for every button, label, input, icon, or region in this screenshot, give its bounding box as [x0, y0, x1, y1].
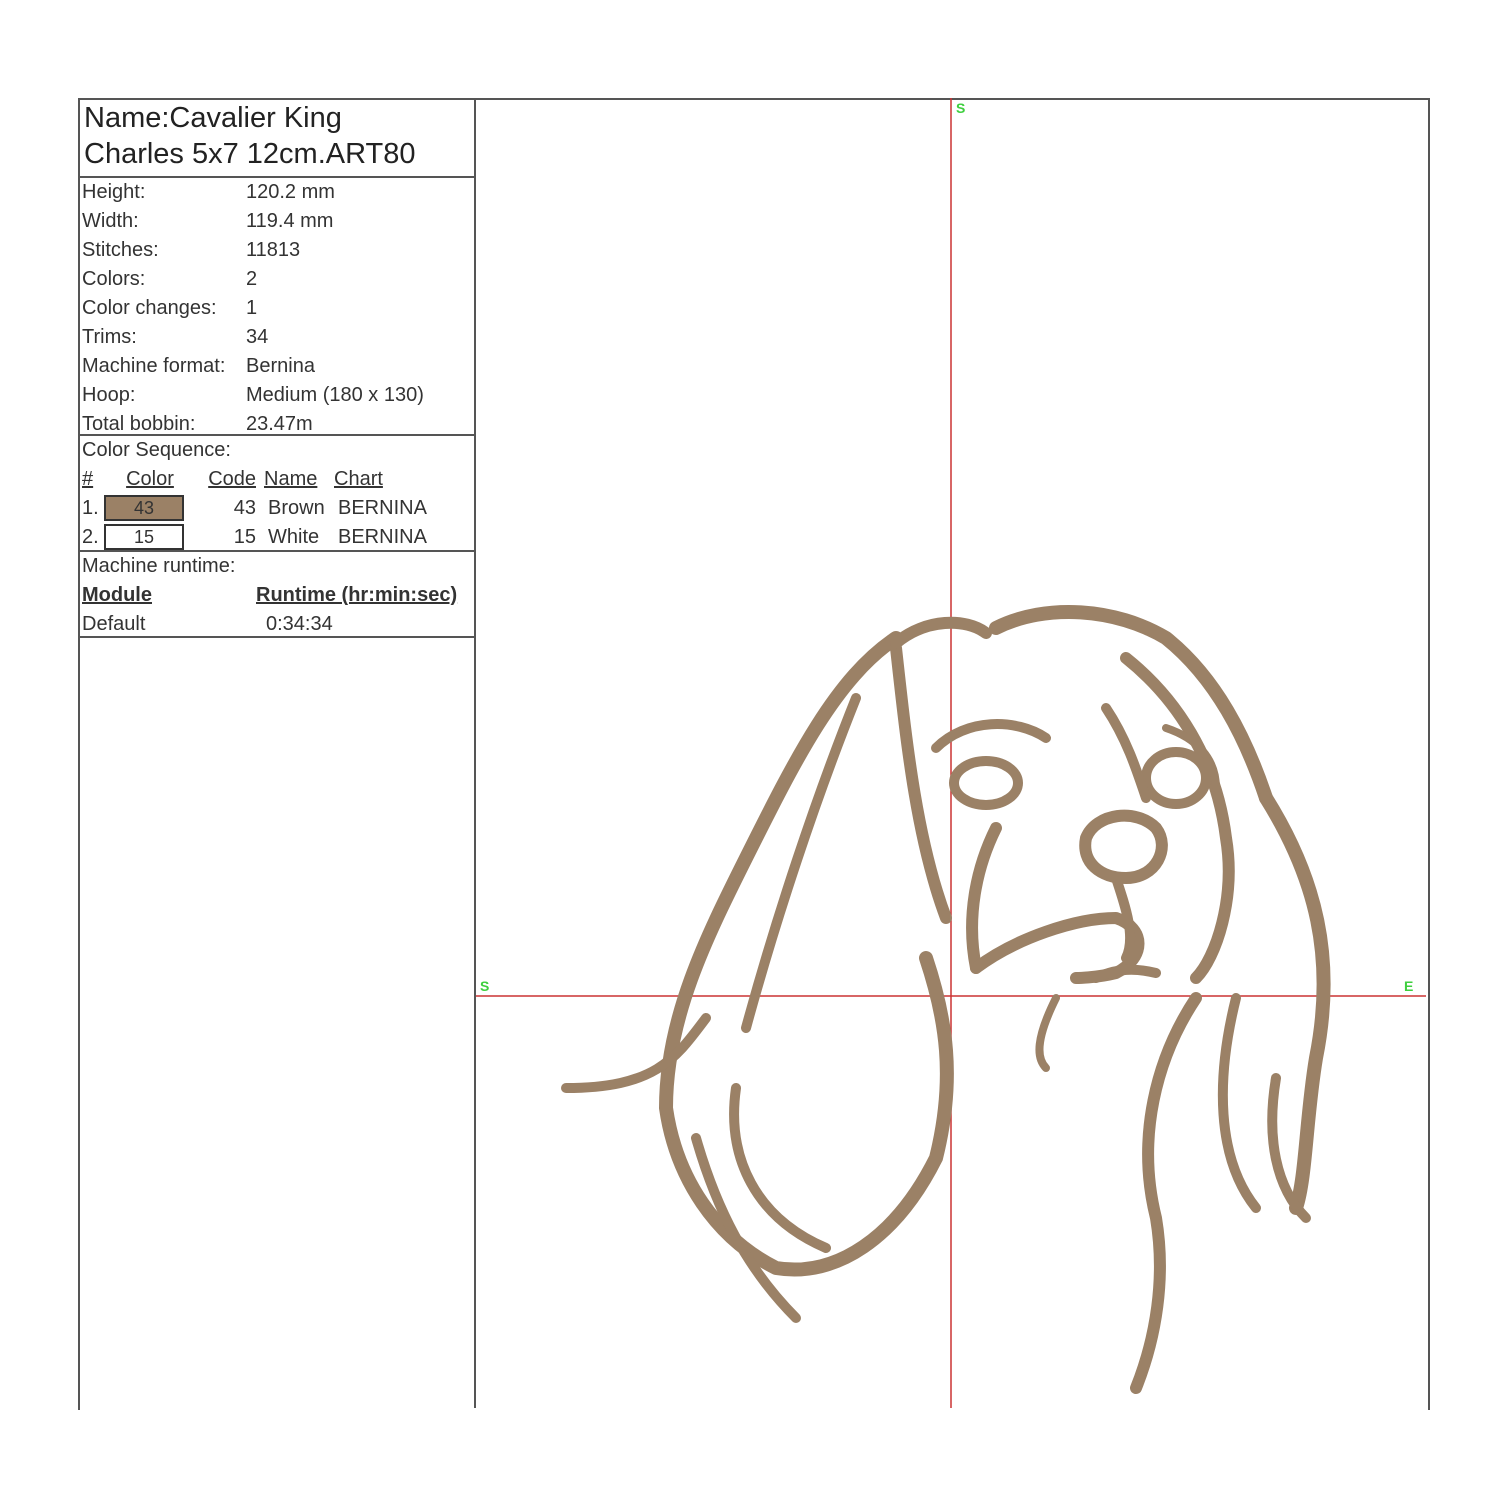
color-name: White: [268, 526, 320, 548]
stat-value: 23.47m: [246, 413, 313, 435]
header-code: Code: [208, 468, 256, 490]
stat-row: Trims: 34: [82, 323, 470, 352]
stat-row: Color changes: 1: [82, 294, 470, 323]
header-chart: Chart: [334, 468, 383, 490]
stat-value: 34: [246, 326, 269, 348]
color-code: 15: [233, 526, 256, 548]
color-row: 1. 43 43 Brown BERNINA: [82, 494, 470, 523]
design-name-line2: Charles 5x7 12cm.ART80: [84, 138, 416, 170]
stat-row: Machine format: Bernina: [82, 352, 470, 381]
design-canvas: S S E: [476, 98, 1426, 1408]
runtime-header-runtime: Runtime (hr:min:sec): [256, 584, 458, 606]
header-name: Name: [264, 468, 318, 490]
color-row: 2. 15 15 White BERNINA: [82, 523, 470, 552]
color-sequence-title: Color Sequence:: [82, 439, 231, 461]
stat-value: Bernina: [246, 355, 315, 377]
design-sheet: Name:Cavalier King Charles 5x7 12cm.ART8…: [78, 98, 1430, 1410]
stat-value: 11813: [246, 239, 301, 261]
design-name: Name:Cavalier King Charles 5x7 12cm.ART8…: [78, 98, 474, 178]
runtime-value: 0:34:34: [266, 613, 333, 635]
stat-value: 1: [246, 297, 258, 319]
embroidery-preview: [476, 98, 1426, 1408]
color-name: Brown: [268, 497, 325, 519]
color-chart: BERNINA: [338, 526, 427, 548]
stat-label: Colors:: [82, 268, 146, 290]
color-sequence-header: # Color Code Name Chart: [82, 465, 470, 494]
color-row-num: 1.: [82, 497, 99, 519]
stat-label: Color changes:: [82, 297, 217, 319]
runtime-header: Module Runtime (hr:min:sec): [82, 581, 470, 610]
stat-label: Hoop:: [82, 384, 136, 406]
stat-value: 120.2 mm: [246, 181, 335, 203]
color-code: 43: [233, 497, 256, 519]
stat-row: Total bobbin: 23.47m: [82, 410, 470, 439]
stat-row: Colors: 2: [82, 265, 470, 294]
stat-label: Total bobbin:: [82, 413, 196, 435]
stat-row: Stitches: 11813: [82, 236, 470, 265]
stat-label: Trims:: [82, 326, 137, 348]
stat-label: Width:: [82, 210, 139, 232]
color-row-num: 2.: [82, 526, 99, 548]
stat-label: Stitches:: [82, 239, 159, 261]
stat-label: Height:: [82, 181, 146, 203]
header-num: #: [82, 468, 94, 490]
stat-label: Machine format:: [82, 355, 226, 377]
stat-value: 2: [246, 268, 258, 290]
stat-value: 119.4 mm: [246, 210, 334, 232]
runtime-module: Default: [82, 613, 146, 635]
runtime-row: Default 0:34:34: [82, 610, 470, 639]
color-swatch: 43: [104, 495, 184, 521]
stat-row: Width: 119.4 mm: [82, 207, 470, 236]
color-swatch: 15: [104, 524, 184, 550]
runtime-title: Machine runtime:: [82, 555, 236, 577]
stat-value: Medium (180 x 130): [246, 384, 424, 406]
color-sequence-section: Color Sequence: # Color Code Name Chart …: [78, 436, 474, 552]
stat-row: Hoop: Medium (180 x 130): [82, 381, 470, 410]
runtime-header-module: Module: [82, 584, 152, 606]
stat-row: Height: 120.2 mm: [82, 178, 470, 207]
info-panel: Name:Cavalier King Charles 5x7 12cm.ART8…: [78, 98, 476, 1408]
dog-outline-icon: [561, 604, 1331, 1394]
design-name-line1: Name:Cavalier King: [84, 102, 342, 134]
runtime-section: Machine runtime: Module Runtime (hr:min:…: [78, 552, 474, 638]
stats-section: Height: 120.2 mm Width: 119.4 mm Stitches:…: [78, 178, 474, 436]
color-chart: BERNINA: [338, 497, 427, 519]
header-color: Color: [126, 468, 174, 490]
